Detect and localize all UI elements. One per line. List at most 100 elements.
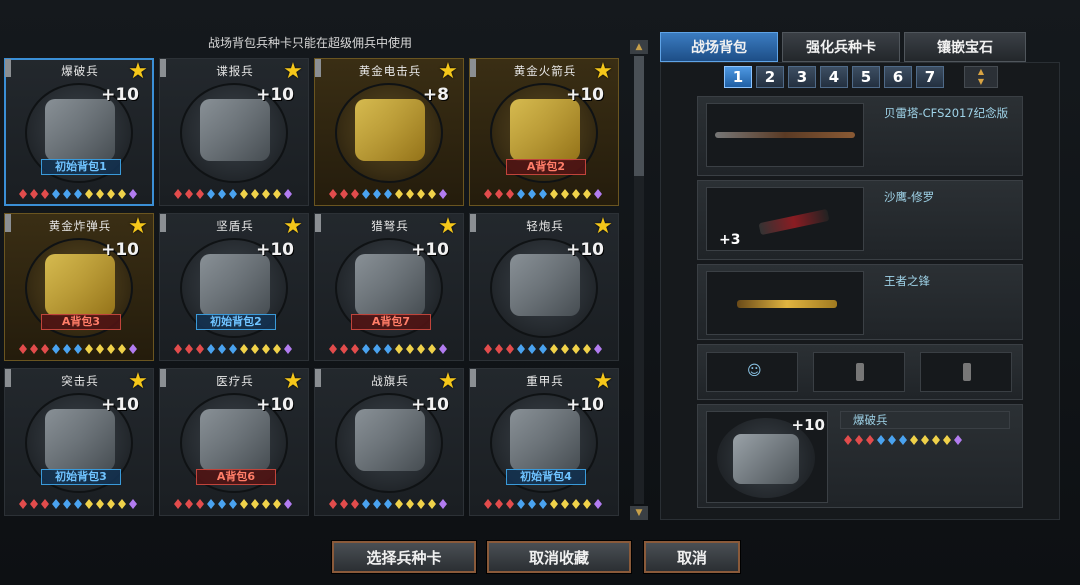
soldier-card[interactable]: 谍报兵 ★ +10: [159, 58, 309, 206]
card-grid: 爆破兵 ★ +10 初始背包1 谍报兵 ★ +10 黄金电击兵 ★ +8 黄金火箭兵 ★ +10 A背包2…: [4, 58, 624, 520]
cancel-button[interactable]: 取消: [644, 541, 740, 573]
soldier-item-icon: [200, 99, 270, 161]
page-button-4[interactable]: 4: [820, 66, 848, 88]
gem-row: [174, 499, 298, 509]
selected-card-slot[interactable]: +10 爆破兵: [697, 404, 1023, 508]
star-icon: ★: [128, 59, 148, 84]
page-arrows-icon[interactable]: ▲ ▼: [964, 66, 998, 88]
card-plus: +10: [256, 85, 294, 105]
star-icon: ★: [438, 214, 458, 239]
soldier-card[interactable]: 黄金炸弹兵 ★ +10 A背包3: [4, 213, 154, 361]
star-icon: ★: [283, 59, 303, 84]
selected-card-plus: +10: [791, 416, 825, 434]
soldier-item-icon: [510, 254, 580, 316]
weapon-image: +3: [706, 187, 864, 251]
soldier-item-icon: [510, 99, 580, 161]
soldier-item-icon: [45, 99, 115, 161]
tab-battlefield-backpack[interactable]: 战场背包: [660, 32, 778, 62]
weapon-name: 沙鹰-修罗: [884, 190, 935, 204]
gem-row: [329, 189, 453, 199]
gem-row: [174, 189, 298, 199]
gem-row: [329, 499, 453, 509]
grenade-icon: [856, 363, 864, 381]
gem-row: [19, 189, 143, 199]
backpack-badge: 初始背包2: [196, 314, 276, 330]
weapon-image: [706, 271, 864, 335]
page-button-1[interactable]: 1: [724, 66, 752, 88]
gem-row: [484, 189, 608, 199]
star-icon: ★: [438, 369, 458, 394]
backpack-badge: A背包2: [506, 159, 586, 175]
soldier-card[interactable]: 战旗兵 ★ +10: [314, 368, 464, 516]
soldier-card[interactable]: 黄金火箭兵 ★ +10 A背包2: [469, 58, 619, 206]
soldier-card[interactable]: 爆破兵 ★ +10 初始背包1: [4, 58, 154, 206]
card-plus: +10: [101, 395, 139, 415]
card-plus: +10: [411, 395, 449, 415]
soldier-card[interactable]: 重甲兵 ★ +10 初始背包4: [469, 368, 619, 516]
cancel-favorite-button[interactable]: 取消收藏: [487, 541, 631, 573]
page-button-6[interactable]: 6: [884, 66, 912, 88]
page-button-2[interactable]: 2: [756, 66, 784, 88]
card-plus: +10: [101, 240, 139, 260]
soldier-item-icon: [200, 254, 270, 316]
star-icon: ★: [128, 214, 148, 239]
weapon-name: 贝雷塔-CFS2017纪念版: [884, 106, 1009, 120]
backpack-badge: 初始背包1: [41, 159, 121, 175]
gem-row: [174, 344, 298, 354]
figure-icon: ☺: [747, 363, 762, 379]
backpack-badge: 初始背包3: [41, 469, 121, 485]
selected-card-name: 爆破兵: [840, 411, 1010, 429]
scroll-thumb[interactable]: [634, 56, 644, 176]
weapon-name: 王者之锋: [884, 274, 930, 288]
notice-text: 战场背包兵种卡只能在超级佣兵中使用: [207, 36, 412, 50]
weapon-slot-1[interactable]: 贝雷塔-CFS2017纪念版: [697, 96, 1023, 176]
weapon-slot-3[interactable]: 王者之锋: [697, 264, 1023, 340]
page-selector: 1234567: [724, 66, 944, 88]
star-icon: ★: [283, 214, 303, 239]
scroll-down-icon[interactable]: ▼: [630, 506, 648, 520]
soldier-item-icon: [45, 409, 115, 471]
card-plus: +10: [566, 240, 604, 260]
select-card-button[interactable]: 选择兵种卡: [332, 541, 476, 573]
star-icon: ★: [593, 59, 613, 84]
weapon-slot-2[interactable]: +3 沙鹰-修罗: [697, 180, 1023, 260]
soldier-item-icon: [510, 409, 580, 471]
gem-row: [19, 499, 143, 509]
card-scrollbar[interactable]: ▲ ▼: [630, 40, 650, 520]
soldier-card[interactable]: 黄金电击兵 ★ +8: [314, 58, 464, 206]
card-plus: +10: [256, 395, 294, 415]
star-icon: ★: [438, 59, 458, 84]
soldier-item-icon: [355, 254, 425, 316]
gem-row: [484, 499, 608, 509]
item-slot-3[interactable]: [920, 352, 1012, 392]
card-plus: +10: [566, 85, 604, 105]
soldier-card[interactable]: 医疗兵 ★ +10 A背包6: [159, 368, 309, 516]
page-button-3[interactable]: 3: [788, 66, 816, 88]
soldier-card[interactable]: 猎弩兵 ★ +10 A背包7: [314, 213, 464, 361]
star-icon: ★: [593, 214, 613, 239]
selected-card-image: +10: [706, 411, 828, 503]
soldier-card[interactable]: 坚盾兵 ★ +10 初始背包2: [159, 213, 309, 361]
tab-bar: 战场背包 强化兵种卡 镶嵌宝石: [660, 32, 1060, 62]
soldier-item-icon: [355, 409, 425, 471]
weapon-extra: +3: [719, 232, 741, 248]
soldier-card[interactable]: 轻炮兵 ★ +10: [469, 213, 619, 361]
item-slot-2[interactable]: [813, 352, 905, 392]
soldier-item-icon: [355, 99, 425, 161]
card-plus: +10: [566, 395, 604, 415]
star-icon: ★: [128, 369, 148, 394]
page-button-5[interactable]: 5: [852, 66, 880, 88]
card-plus: +10: [256, 240, 294, 260]
soldier-card[interactable]: 突击兵 ★ +10 初始背包3: [4, 368, 154, 516]
card-plus: +10: [411, 240, 449, 260]
scroll-up-icon[interactable]: ▲: [630, 40, 648, 54]
tab-inlay-gem[interactable]: 镶嵌宝石: [904, 32, 1026, 62]
gem-row: [19, 344, 143, 354]
page-button-7[interactable]: 7: [916, 66, 944, 88]
item-slot-1[interactable]: ☺: [706, 352, 798, 392]
tab-enhance-card[interactable]: 强化兵种卡: [782, 32, 900, 62]
scroll-track[interactable]: [634, 56, 644, 504]
backpack-badge: A背包7: [351, 314, 431, 330]
backpack-badge: 初始背包4: [506, 469, 586, 485]
soldier-item-icon: [200, 409, 270, 471]
